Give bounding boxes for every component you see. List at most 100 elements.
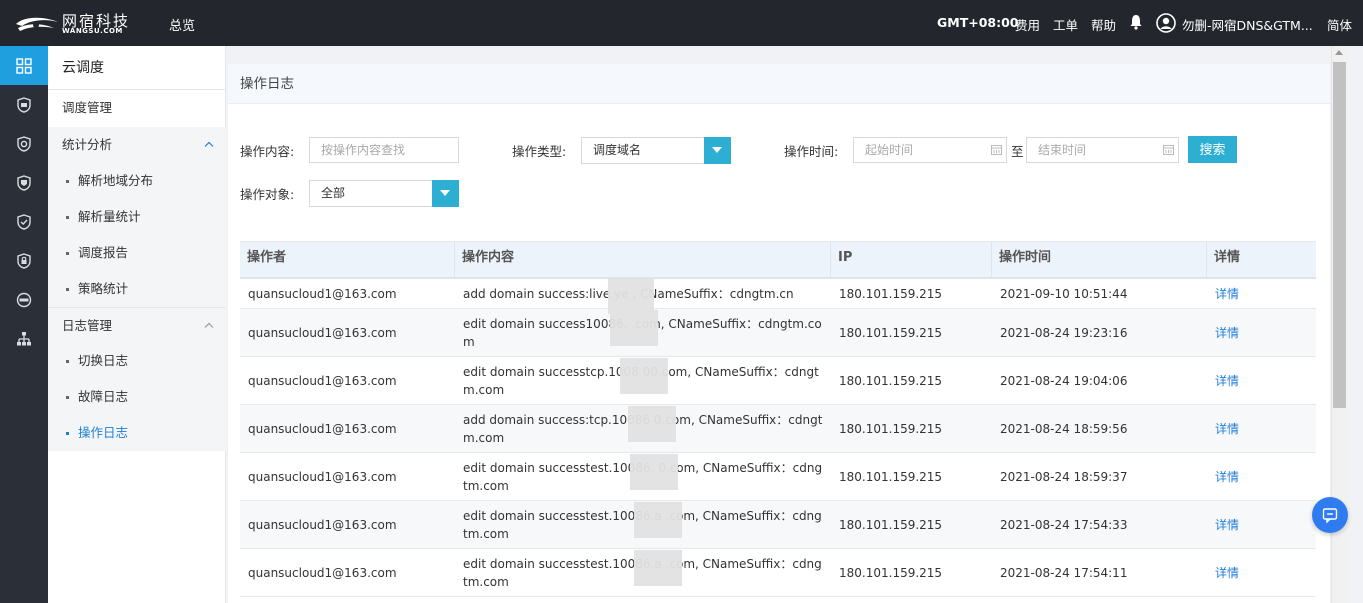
- column-header-content: 操作内容: [455, 242, 831, 278]
- type-select[interactable]: 调度域名: [581, 137, 731, 164]
- operator-cell: quansucloud1@163.com: [248, 286, 397, 301]
- user-name-menu[interactable]: 勿删-网宿DNS&GTM...: [1182, 15, 1313, 34]
- calendar-icon: [991, 145, 1002, 155]
- bullet-dot: [66, 216, 69, 219]
- detail-link[interactable]: 详情: [1207, 309, 1316, 356]
- time-cell: 2021-08-24 17:54:11: [1000, 565, 1128, 580]
- rail-shield-check-button[interactable]: [0, 202, 48, 241]
- operator-cell: quansucloud1@163.com: [248, 325, 397, 340]
- type-select-value: 调度域名: [593, 143, 642, 157]
- table-row: quansucloud1@163.com edit domain success…: [240, 549, 1316, 597]
- detail-link[interactable]: 详情: [1207, 405, 1316, 452]
- content-search-input[interactable]: 按操作内容查找: [309, 137, 459, 163]
- chevron-up-icon: [204, 322, 214, 328]
- time-cell: 2021-08-24 17:54:33: [1000, 517, 1128, 532]
- sidebar-item-geo[interactable]: 解析地域分布: [48, 163, 226, 199]
- operator-cell: quansucloud1@163.com: [248, 469, 397, 484]
- operator-cell: quansucloud1@163.com: [248, 565, 397, 580]
- scroll-up-arrow-icon[interactable]: [1335, 50, 1343, 55]
- bullet-dot: [66, 180, 69, 183]
- detail-link[interactable]: 详情: [1207, 279, 1316, 308]
- column-header-operator: 操作者: [240, 242, 455, 278]
- bullet-dot: [66, 288, 69, 291]
- column-header-ip: IP: [831, 242, 992, 278]
- main-panel: 操作日志 操作内容: 按操作内容查找 操作类型: 调度域名 操作时间: 起始时间…: [228, 64, 1330, 603]
- content-filter-label: 操作内容:: [240, 144, 295, 159]
- time-cell: 2021-08-24 19:04:06: [1000, 373, 1128, 388]
- chat-icon: [1322, 508, 1338, 523]
- start-time-input[interactable]: 起始时间: [853, 137, 1007, 163]
- rail-shield-badge-button[interactable]: [0, 163, 48, 202]
- dns-icon: [16, 292, 32, 307]
- table-row: quansucloud1@163.com edit domain success…: [240, 501, 1316, 549]
- sidebar-item-op-log-label: 操作日志: [78, 425, 129, 440]
- bullet-dot: [66, 396, 69, 399]
- ip-cell: 180.101.159.215: [839, 469, 943, 484]
- chevron-up-icon: [204, 141, 214, 147]
- redaction-mask: [634, 502, 682, 538]
- column-header-time: 操作时间: [992, 242, 1207, 278]
- scrollbar-thumb[interactable]: [1333, 62, 1346, 408]
- time-cell: 2021-09-10 10:51:44: [1000, 286, 1128, 301]
- target-select[interactable]: 全部: [309, 180, 459, 207]
- nav-ticket-link[interactable]: 工单: [1053, 15, 1078, 34]
- chevron-down-icon[interactable]: [704, 137, 731, 164]
- sidebar-item-switch-log[interactable]: 切换日志: [48, 343, 226, 379]
- nav-overview-link[interactable]: 总览: [169, 15, 195, 34]
- end-time-input[interactable]: 结束时间: [1026, 137, 1179, 163]
- bullet-dot: [66, 360, 69, 363]
- rail-dns-button[interactable]: [0, 280, 48, 319]
- redaction-mask: [628, 406, 676, 442]
- table-row: quansucloud1@163.com edit domain success…: [240, 453, 1316, 501]
- language-switch[interactable]: 简体: [1327, 15, 1352, 34]
- top-navbar: 网宿科技 WANGSU.COM 总览 GMT+08:00 费用 工单 帮助 勿删…: [0, 0, 1363, 46]
- target-select-value: 全部: [321, 186, 346, 200]
- operation-log-table: 操作者 操作内容 IP 操作时间 详情 quansucloud1@163.com…: [240, 241, 1316, 597]
- redaction-mask: [610, 310, 658, 346]
- sidebar-item-op-log[interactable]: 操作日志: [48, 415, 226, 451]
- ip-cell: 180.101.159.215: [839, 373, 943, 388]
- chat-support-button[interactable]: [1312, 497, 1348, 533]
- rail-grid-button[interactable]: [0, 46, 48, 85]
- table-row: quansucloud1@163.com add domain success:…: [240, 279, 1316, 309]
- ip-cell: 180.101.159.215: [839, 565, 943, 580]
- bullet-dot: [66, 432, 69, 435]
- sidebar-item-policy[interactable]: 策略统计: [48, 271, 226, 307]
- nav-help-link[interactable]: 帮助: [1091, 15, 1116, 34]
- rail-org-chart-button[interactable]: [0, 319, 48, 358]
- detail-link[interactable]: 详情: [1207, 501, 1316, 548]
- time-cell: 2021-08-24 18:59:56: [1000, 421, 1128, 436]
- sidebar-item-dispatch-mgmt[interactable]: 调度管理: [48, 90, 226, 126]
- sidebar-item-volume[interactable]: 解析量统计: [48, 199, 226, 235]
- operator-cell: quansucloud1@163.com: [248, 421, 397, 436]
- logo-en-text: WANGSU.COM: [62, 27, 123, 35]
- bell-icon[interactable]: [1130, 14, 1142, 30]
- sidebar-title: 云调度: [48, 46, 226, 90]
- rail-shield-circle-button[interactable]: [0, 124, 48, 163]
- sidebar-item-switch-log-label: 切换日志: [78, 353, 129, 368]
- wangsu-logo[interactable]: 网宿科技 WANGSU.COM: [14, 10, 138, 36]
- grid-icon: [16, 57, 32, 74]
- rail-shield-button[interactable]: [0, 85, 48, 124]
- ip-cell: 180.101.159.215: [839, 421, 943, 436]
- detail-link[interactable]: 详情: [1207, 549, 1316, 596]
- logo-swoosh-icon: [16, 17, 58, 31]
- sidebar-item-fault-log[interactable]: 故障日志: [48, 379, 226, 415]
- nav-fee-link[interactable]: 费用: [1015, 15, 1040, 34]
- calendar-icon: [1163, 145, 1174, 155]
- rail-shield-lock-button[interactable]: [0, 241, 48, 280]
- search-button[interactable]: 搜索: [1188, 136, 1237, 163]
- sidebar-group-log-mgmt[interactable]: 日志管理: [48, 307, 226, 343]
- start-time-placeholder: 起始时间: [865, 143, 914, 157]
- detail-link[interactable]: 详情: [1207, 357, 1316, 404]
- operator-cell: quansucloud1@163.com: [248, 373, 397, 388]
- end-time-placeholder: 结束时间: [1038, 143, 1087, 157]
- target-filter-label: 操作对象:: [240, 187, 295, 202]
- sidebar-item-report[interactable]: 调度报告: [48, 235, 226, 271]
- sidebar-group-stats[interactable]: 统计分析: [48, 127, 226, 163]
- timezone-label[interactable]: GMT+08:00: [937, 15, 1019, 30]
- chevron-down-icon[interactable]: [432, 180, 459, 207]
- sidebar-group-log-label: 日志管理: [62, 318, 113, 333]
- detail-link[interactable]: 详情: [1207, 453, 1316, 500]
- user-avatar-icon[interactable]: [1156, 13, 1176, 33]
